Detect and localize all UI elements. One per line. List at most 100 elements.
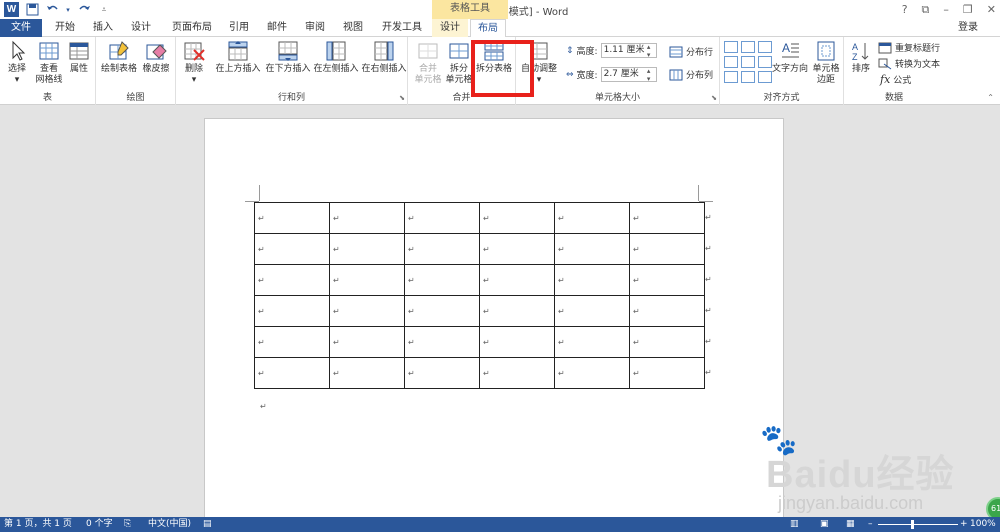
tab-review[interactable]: 审阅 [300, 19, 330, 37]
tab-page-layout[interactable]: 页面布局 [164, 19, 220, 37]
table-cell[interactable]: ↵ [629, 202, 705, 234]
close-icon[interactable]: ✕ [987, 3, 996, 16]
read-mode-icon[interactable]: ▥ [790, 518, 799, 531]
width-input[interactable]: 2.7 厘米 [600, 67, 657, 83]
word-count[interactable]: 0 个字 [86, 518, 113, 531]
table-cell[interactable]: ↵ [479, 202, 555, 234]
table-cell[interactable]: ↵ [404, 295, 480, 327]
align-middle-center-icon[interactable] [741, 56, 755, 68]
table-cell[interactable]: ↵ [404, 202, 480, 234]
align-middle-left-icon[interactable] [724, 56, 738, 68]
split-cells-button[interactable]: 拆分 单元格 [444, 40, 474, 86]
distribute-rows-button[interactable]: 分布行 [669, 45, 713, 58]
tab-view[interactable]: 视图 [338, 19, 368, 37]
merge-cells-button[interactable]: 合并 单元格 [412, 40, 444, 86]
table-cell[interactable]: ↵ [254, 295, 330, 327]
proofing-icon[interactable]: ⎘ [124, 518, 131, 531]
properties-button[interactable]: 属性 [66, 40, 92, 75]
web-layout-icon[interactable]: ▦ [846, 518, 855, 531]
table-cell[interactable]: ↵ [254, 202, 330, 234]
table-cell[interactable]: ↵ [404, 326, 480, 358]
distribute-cols-button[interactable]: 分布列 [669, 68, 713, 81]
table-cell[interactable]: ↵ [329, 233, 405, 265]
insert-right-button[interactable]: 在右侧插入 [360, 40, 408, 75]
delete-button[interactable]: 删除 ▾ [180, 40, 208, 86]
select-button[interactable]: 选择 ▾ [4, 40, 30, 86]
zoom-slider[interactable] [878, 524, 958, 525]
table-cell[interactable]: ↵ [329, 202, 405, 234]
zoom-slider-thumb[interactable] [911, 520, 914, 529]
zoom-level[interactable]: 100% [970, 518, 996, 531]
table-cell[interactable]: ↵ [479, 295, 555, 327]
ribbon-tabs: 文件 开始 插入 设计 页面布局 引用 邮件 审阅 视图 开发工具 设计 布局 … [0, 19, 1000, 38]
table-cell[interactable]: ↵ [329, 295, 405, 327]
page-count[interactable]: 第 1 页，共 1 页 [4, 518, 72, 531]
align-bottom-left-icon[interactable] [724, 71, 738, 83]
table-cell[interactable]: ↵ [554, 295, 630, 327]
draw-table-button[interactable]: 绘制表格 [100, 40, 138, 75]
formula-button[interactable]: fx 公式 [880, 73, 911, 86]
rows-cols-launcher-icon[interactable]: ⬊ [399, 94, 405, 102]
table-cell[interactable]: ↵ [554, 202, 630, 234]
restore-icon[interactable]: ❐ [963, 3, 973, 16]
table-cell[interactable]: ↵ [254, 233, 330, 265]
view-gridlines-button[interactable]: 查看 网格线 [34, 40, 64, 86]
zoom-out-icon[interactable]: – [868, 518, 873, 531]
align-top-center-icon[interactable] [741, 41, 755, 53]
table-cell[interactable]: ↵ [554, 264, 630, 296]
table-cell[interactable]: ↵ [404, 357, 480, 389]
insert-left-button[interactable]: 在左侧插入 [312, 40, 360, 75]
convert-to-text-button[interactable]: 转换为文本 [878, 57, 940, 70]
cell-size-launcher-icon[interactable]: ⬊ [711, 94, 717, 102]
table-cell[interactable]: ↵ [554, 233, 630, 265]
align-bottom-center-icon[interactable] [741, 71, 755, 83]
macro-record-icon[interactable]: ▤ [203, 518, 212, 531]
table-cell[interactable]: ↵ [329, 357, 405, 389]
table-cell[interactable]: ↵ [479, 264, 555, 296]
tab-insert[interactable]: 插入 [86, 19, 120, 37]
table-cell[interactable]: ↵ [329, 264, 405, 296]
tab-table-design[interactable]: 设计 [432, 19, 468, 37]
ribbon-display-icon[interactable]: ⧉ [922, 3, 930, 17]
table-cell[interactable]: ↵ [329, 326, 405, 358]
insert-above-button[interactable]: 在上方插入 [214, 40, 262, 75]
table-cell[interactable]: ↵ [254, 357, 330, 389]
text-direction-button[interactable]: A 文字方向 [770, 40, 810, 75]
tab-design[interactable]: 设计 [124, 19, 158, 37]
help-icon[interactable]: ? [902, 3, 908, 16]
table-cell[interactable]: ↵ [479, 326, 555, 358]
table-cell[interactable]: ↵ [629, 357, 705, 389]
table-cell[interactable]: ↵ [404, 233, 480, 265]
language-status[interactable]: 中文(中国) [148, 518, 191, 531]
signin-link[interactable]: 登录 [958, 19, 978, 37]
cell-margins-button[interactable]: 单元格 边距 [810, 40, 842, 86]
table-cell[interactable]: ↵ [629, 264, 705, 296]
tab-developer[interactable]: 开发工具 [378, 19, 426, 37]
zoom-in-icon[interactable]: + [960, 518, 968, 531]
table-cell[interactable]: ↵ [254, 264, 330, 296]
tab-table-layout[interactable]: 布局 [470, 19, 506, 38]
print-layout-icon[interactable]: ▣ [820, 518, 829, 531]
collapse-ribbon-icon[interactable]: ⌃ [987, 93, 994, 102]
table-cell[interactable]: ↵ [629, 295, 705, 327]
eraser-button[interactable]: 橡皮擦 [140, 40, 172, 75]
sort-button[interactable]: AZ 排序 [848, 40, 874, 75]
table-cell[interactable]: ↵ [629, 233, 705, 265]
tab-mailings[interactable]: 邮件 [262, 19, 292, 37]
tab-references[interactable]: 引用 [224, 19, 254, 37]
table-cell[interactable]: ↵ [629, 326, 705, 358]
document-table[interactable]: ↵ ↵ ↵ ↵ ↵ ↵ ↵ ↵ ↵ ↵ ↵ ↵ ↵ ↵ ↵ ↵ ↵ ↵ ↵ ↵ ↵ ↵ ↵ ↵ ↵ ↵ ↵ ↵ ↵ ↵ ↵ ↵ ↵ ↵ ↵ ↵ [254, 202, 705, 389]
table-cell[interactable]: ↵ [554, 357, 630, 389]
minimize-icon[interactable]: – [943, 3, 949, 16]
table-cell[interactable]: ↵ [404, 264, 480, 296]
insert-below-button[interactable]: 在下方插入 [264, 40, 312, 75]
table-cell[interactable]: ↵ [254, 326, 330, 358]
height-input[interactable]: 1.11 厘米 [600, 43, 657, 59]
tab-home[interactable]: 开始 [48, 19, 82, 37]
table-cell[interactable]: ↵ [479, 357, 555, 389]
table-cell[interactable]: ↵ [554, 326, 630, 358]
tab-file[interactable]: 文件 [0, 19, 42, 37]
align-top-left-icon[interactable] [724, 41, 738, 53]
table-cell[interactable]: ↵ [479, 233, 555, 265]
repeat-header-button[interactable]: 重复标题行 [878, 41, 940, 54]
